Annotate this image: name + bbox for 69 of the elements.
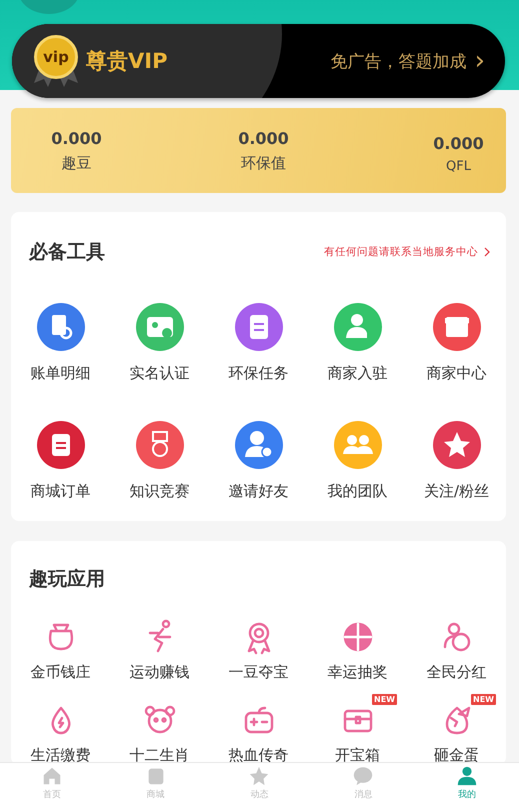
section-title: 趣玩应用 [29, 567, 105, 592]
item-label: 十二生肖 [130, 746, 190, 763]
stat-value: 0.000 [51, 128, 102, 148]
app-item[interactable]: 一豆夺宝 [209, 611, 308, 682]
item-label: 邀请好友 [228, 482, 288, 501]
stat-label: QFL [446, 158, 471, 174]
tool-item[interactable]: 账单明细 [11, 303, 110, 383]
app-item[interactable]: 幸运抽奖 [308, 611, 407, 682]
new-badge: NEW [471, 694, 496, 705]
chevron-icon: › [474, 48, 485, 74]
tool-icon [234, 303, 282, 351]
stat-label: 趣豆 [62, 154, 92, 172]
tab-icon [352, 765, 374, 787]
tool-item[interactable]: 实名认证 [110, 303, 209, 383]
tool-item[interactable]: 邀请好友 [209, 421, 308, 501]
item-label: 我的团队 [328, 482, 388, 501]
item-label: 知识竞赛 [130, 482, 190, 501]
app-item[interactable]: 十二生肖 [110, 694, 209, 763]
item-label: 账单明细 [30, 364, 90, 383]
tool-icon [136, 303, 184, 351]
item-label: 商家中心 [426, 364, 486, 383]
tool-item[interactable]: 环保任务 [209, 303, 308, 383]
tool-icon [432, 303, 480, 351]
contact-link[interactable]: 有任何问题请联系当地服务中心 [324, 245, 478, 259]
tab-icon [456, 765, 478, 787]
item-label: 热血传奇 [228, 746, 288, 763]
app-item[interactable]: 生活缴费 [11, 694, 110, 763]
tool-item[interactable]: 知识竞赛 [110, 421, 209, 501]
stat-label: 环保值 [241, 154, 286, 172]
section-title: 必备工具 [29, 240, 105, 265]
vip-banner[interactable]: vip 尊贵VIP 免广告，答题加成 › [12, 24, 505, 98]
tool-icon [334, 421, 382, 469]
tool-item[interactable]: 商家入驻 [308, 303, 407, 383]
app-item[interactable]: 运动赚钱 [110, 611, 209, 682]
item-label: 关注/粉丝 [424, 482, 490, 501]
item-label: 实名认证 [130, 364, 190, 383]
new-badge: NEW [372, 694, 397, 705]
tool-item[interactable]: 我的团队 [308, 421, 407, 501]
app-item[interactable]: NEW 砸金蛋 [407, 694, 506, 763]
tool-item[interactable]: 关注/粉丝 [407, 421, 506, 501]
tool-icon [136, 421, 184, 469]
item-label: 幸运抽奖 [328, 663, 388, 682]
item-label: 商家入驻 [328, 364, 388, 383]
tool-icon [36, 421, 84, 469]
tool-icon [36, 303, 84, 351]
item-label: 环保任务 [228, 364, 288, 383]
tab-icon [248, 765, 270, 787]
item-label: 全民分红 [426, 663, 486, 682]
item-label: 开宝箱 [335, 746, 380, 763]
app-item[interactable]: 全民分红 [407, 611, 506, 682]
tool-icon [234, 421, 282, 469]
app-item[interactable]: 金币钱庄 [11, 611, 110, 682]
tool-icon [432, 421, 480, 469]
tool-item[interactable]: 商家中心 [407, 303, 506, 383]
item-label: 一豆夺宝 [228, 663, 288, 682]
item-label: 砸金蛋 [434, 746, 479, 763]
tool-icon [334, 303, 382, 351]
vip-title: 尊贵VIP [86, 48, 168, 75]
tool-item[interactable]: 商城订单 [11, 421, 110, 501]
item-label: 金币钱庄 [30, 663, 90, 682]
app-item[interactable]: NEW 开宝箱 [308, 694, 407, 763]
vip-perks: 免广告，答题加成 [330, 50, 467, 72]
chevron-icon [484, 247, 490, 257]
app-item[interactable]: 热血传奇 [209, 694, 308, 763]
item-label: 生活缴费 [30, 746, 90, 763]
item-label: 商城订单 [30, 482, 90, 501]
item-label: 运动赚钱 [130, 663, 190, 682]
stat-value: 0.000 [433, 134, 484, 152]
stat-value: 0.000 [238, 128, 289, 148]
